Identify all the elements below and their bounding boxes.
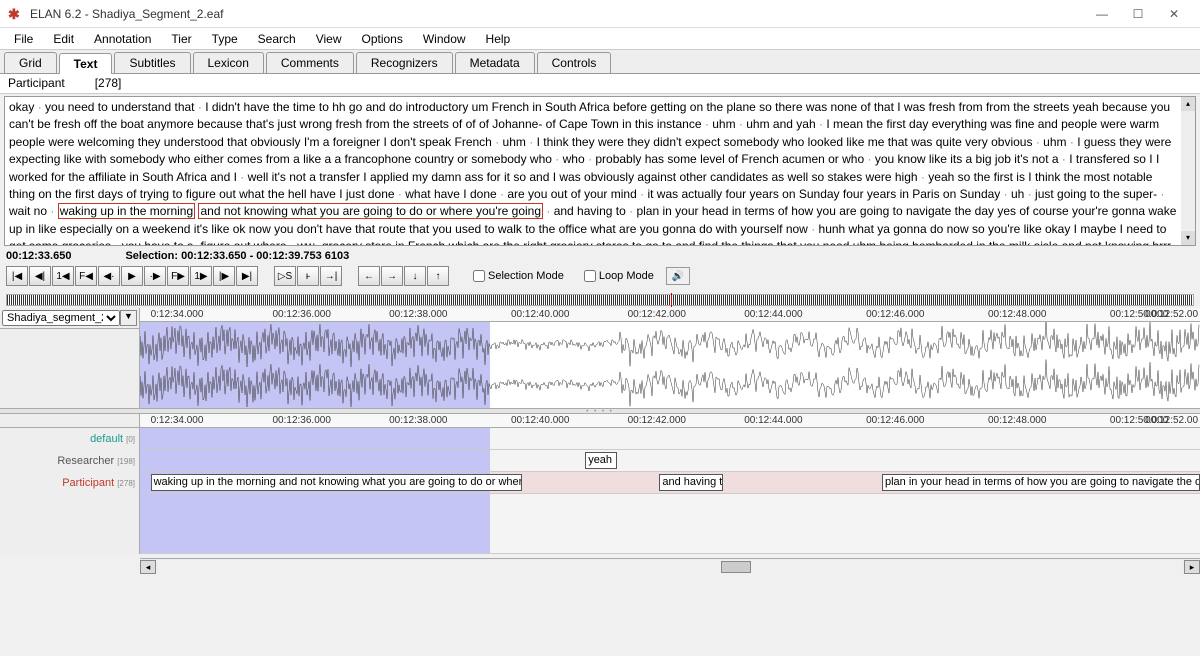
- tier-row-participant[interactable]: waking up in the morning and not knowing…: [140, 472, 1200, 494]
- view-tabs: GridTextSubtitlesLexiconCommentsRecogniz…: [0, 50, 1200, 74]
- tier-label-default[interactable]: default[0]: [0, 428, 139, 450]
- arrow-button-0[interactable]: ←: [358, 266, 380, 286]
- tab-controls[interactable]: Controls: [537, 52, 612, 73]
- audio-file-selector[interactable]: Shadiya_segment_2.wav ▼: [0, 308, 139, 329]
- app-icon: ✱: [8, 6, 24, 22]
- loop-mode-checkbox[interactable]: Loop Mode: [584, 270, 654, 282]
- play-button-6[interactable]: ·▶: [144, 266, 166, 286]
- annotation[interactable]: plan in your head in terms of how you ar…: [882, 474, 1200, 491]
- menu-annotation[interactable]: Annotation: [84, 30, 161, 48]
- tab-text[interactable]: Text: [59, 53, 113, 74]
- tier-label-researcher[interactable]: Researcher[198]: [0, 450, 139, 472]
- audio-file-select[interactable]: Shadiya_segment_2.wav: [2, 310, 120, 326]
- playback-controls-row: 00:12:33.650 Selection: 00:12:33.650 - 0…: [0, 248, 1200, 264]
- play-button-7[interactable]: F▶: [167, 266, 189, 286]
- segment-button-0[interactable]: ▷S: [274, 266, 296, 286]
- play-button-4[interactable]: ◀·: [98, 266, 120, 286]
- tier-row-default[interactable]: [140, 428, 1200, 450]
- segment-button-2[interactable]: →|: [320, 266, 342, 286]
- tab-metadata[interactable]: Metadata: [455, 52, 535, 73]
- participant-info: Participant [278]: [0, 74, 1200, 94]
- minimize-button[interactable]: —: [1084, 3, 1120, 25]
- scroll-up-icon[interactable]: ▴: [1181, 97, 1195, 111]
- arrow-buttons: ←→↓↑: [358, 266, 449, 286]
- menu-type[interactable]: Type: [202, 30, 248, 48]
- tab-grid[interactable]: Grid: [4, 52, 57, 73]
- menu-search[interactable]: Search: [248, 30, 306, 48]
- segment-button-1[interactable]: ⱶ: [297, 266, 319, 286]
- participant-id: [278]: [95, 76, 122, 91]
- selection-timecode: Selection: 00:12:33.650 - 00:12:39.753 6…: [125, 250, 349, 262]
- annotation[interactable]: and having t: [659, 474, 723, 491]
- play-button-8[interactable]: 1▶: [190, 266, 212, 286]
- segment-buttons: ▷Sⱶ→|: [274, 266, 342, 286]
- tab-subtitles[interactable]: Subtitles: [114, 52, 190, 73]
- tab-lexicon[interactable]: Lexicon: [193, 52, 264, 73]
- participant-label: Participant: [8, 76, 65, 91]
- tier-row-empty: [140, 494, 1200, 554]
- tab-comments[interactable]: Comments: [266, 52, 354, 73]
- selection-mode-checkbox[interactable]: Selection Mode: [473, 270, 564, 282]
- play-button-3[interactable]: F◀: [75, 266, 97, 286]
- waveform-display[interactable]: [140, 322, 1200, 408]
- menu-file[interactable]: File: [4, 30, 43, 48]
- scroll-right-icon[interactable]: ▸: [1184, 560, 1200, 574]
- annotation[interactable]: yeah: [585, 452, 617, 469]
- horizontal-scrollbar[interactable]: ◂ ▸: [140, 558, 1200, 574]
- play-button-5[interactable]: ▶: [121, 266, 143, 286]
- overview-timeline[interactable]: [6, 294, 1194, 306]
- scrollbar-thumb[interactable]: [721, 561, 751, 573]
- title-bar: ✱ ELAN 6.2 - Shadiya_Segment_2.eaf — ☐ ✕: [0, 0, 1200, 28]
- tier-row-researcher[interactable]: yeah: [140, 450, 1200, 472]
- maximize-button[interactable]: ☐: [1120, 3, 1156, 25]
- play-button-10[interactable]: ▶|: [236, 266, 258, 286]
- dropdown-icon[interactable]: ▼: [120, 310, 137, 326]
- tier-label-participant[interactable]: Participant[278]: [0, 472, 139, 494]
- current-timecode: 00:12:33.650: [6, 250, 71, 262]
- waveform-timeline[interactable]: 0:12:34.00000:12:36.00000:12:38.00000:12…: [140, 308, 1200, 322]
- menu-bar: FileEditAnnotationTierTypeSearchViewOpti…: [0, 28, 1200, 50]
- speaker-icon[interactable]: 🔊: [666, 267, 690, 285]
- playback-buttons: |◀◀|1◀F◀◀·▶·▶F▶1▶|▶▶|: [6, 266, 258, 286]
- play-button-2[interactable]: 1◀: [52, 266, 74, 286]
- window-title: ELAN 6.2 - Shadiya_Segment_2.eaf: [30, 7, 1084, 21]
- close-button[interactable]: ✕: [1156, 3, 1192, 25]
- play-button-9[interactable]: |▶: [213, 266, 235, 286]
- text-scrollbar[interactable]: ▴ ▾: [1181, 97, 1195, 245]
- menu-options[interactable]: Options: [352, 30, 413, 48]
- menu-window[interactable]: Window: [413, 30, 476, 48]
- menu-edit[interactable]: Edit: [43, 30, 84, 48]
- arrow-button-1[interactable]: →: [381, 266, 403, 286]
- menu-tier[interactable]: Tier: [161, 30, 201, 48]
- arrow-button-2[interactable]: ↓: [404, 266, 426, 286]
- tiers-timeline[interactable]: 0:12:34.00000:12:36.00000:12:38.00000:12…: [140, 414, 1200, 428]
- tab-recognizers[interactable]: Recognizers: [356, 52, 453, 73]
- overview-cursor[interactable]: [671, 293, 672, 307]
- annotation[interactable]: waking up in the morning and not knowing…: [151, 474, 522, 491]
- arrow-button-3[interactable]: ↑: [427, 266, 449, 286]
- menu-help[interactable]: Help: [476, 30, 521, 48]
- menu-view[interactable]: View: [306, 30, 352, 48]
- play-button-1[interactable]: ◀|: [29, 266, 51, 286]
- scroll-left-icon[interactable]: ◂: [140, 560, 156, 574]
- transcript-text-panel[interactable]: okay · you need to understand that · I d…: [4, 96, 1196, 246]
- play-button-0[interactable]: |◀: [6, 266, 28, 286]
- scroll-down-icon[interactable]: ▾: [1181, 231, 1195, 245]
